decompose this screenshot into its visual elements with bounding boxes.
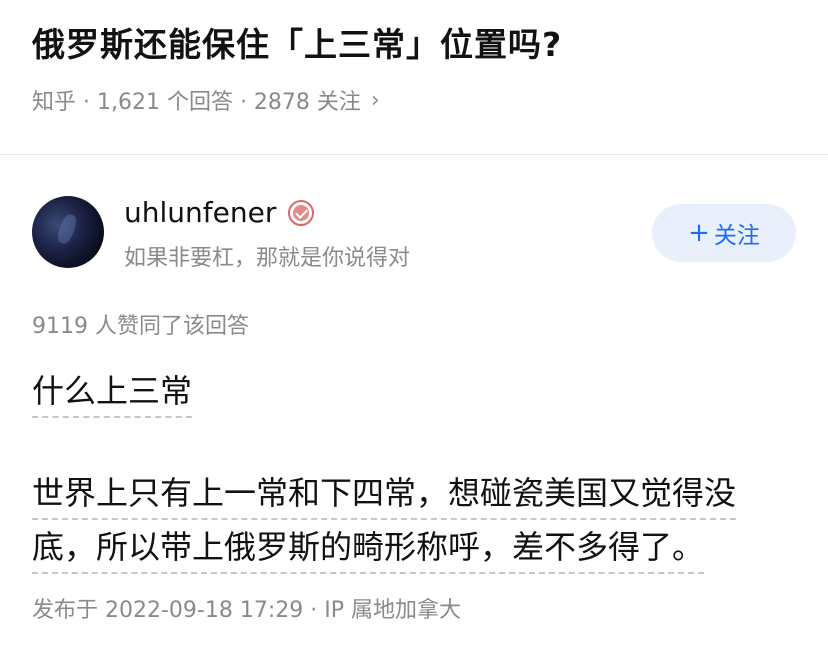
- author-name[interactable]: uhlunfener: [124, 196, 276, 229]
- question-meta-text: 知乎 · 1,621 个回答 · 2878 关注: [32, 90, 361, 115]
- divider: [0, 154, 828, 155]
- answer-text: 什么上三常: [32, 366, 193, 418]
- publish-info: 发布于 2022-09-18 17:29 · IP 属地加拿大: [32, 598, 461, 623]
- question-title[interactable]: 俄罗斯还能保住「上三常」位置吗?: [32, 18, 562, 66]
- author-bio: 如果非要杠，那就是你说得对: [124, 246, 411, 271]
- follow-button-label: 关注: [713, 223, 760, 249]
- plus-icon: +: [688, 218, 710, 248]
- avatar[interactable]: [32, 196, 104, 268]
- answer-paragraph: 什么上三常: [32, 364, 193, 418]
- chevron-right-icon: ›: [370, 87, 380, 113]
- upvote-count: 9119 人赞同了该回答: [32, 314, 249, 339]
- follow-button[interactable]: + 关注: [652, 204, 796, 262]
- answer-text: 世界上只有上一常和下四常，想碰瓷美国又觉得没: [32, 468, 737, 520]
- answer-paragraph: 世界上只有上一常和下四常，想碰瓷美国又觉得没 底，所以带上俄罗斯的畸形称呼，差不…: [32, 466, 828, 574]
- answer-text: 底，所以带上俄罗斯的畸形称呼，差不多得了。: [32, 522, 705, 574]
- question-meta[interactable]: 知乎 · 1,621 个回答 · 2878 关注 ›: [32, 84, 380, 116]
- author-name-row[interactable]: uhlunfener: [124, 196, 315, 229]
- verified-badge-icon: [288, 199, 315, 226]
